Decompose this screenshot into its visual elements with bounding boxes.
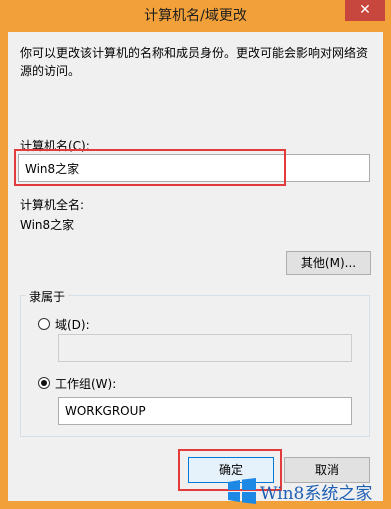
- title-bar: 计算机名/域更改 ✕: [0, 0, 391, 32]
- workgroup-label: 工作组(W):: [55, 377, 117, 391]
- full-name-value: Win8之家: [20, 218, 75, 232]
- close-icon: ✕: [359, 2, 371, 18]
- domain-radio[interactable]: [38, 318, 50, 330]
- description-text: 你可以更改该计算机的名称和成员身份。更改可能会影响对网络资源的访问。: [20, 46, 369, 78]
- other-button[interactable]: 其他(M)...: [286, 251, 371, 275]
- domain-label: 域(D):: [55, 318, 90, 332]
- workgroup-radio[interactable]: [38, 377, 50, 389]
- highlight-computer-name: [14, 149, 286, 186]
- watermark-text: Win8系统之家: [260, 484, 373, 504]
- window-title: 计算机名/域更改: [144, 8, 247, 24]
- watermark: Win8系统之家: [226, 472, 391, 509]
- close-button[interactable]: ✕: [345, 0, 385, 21]
- windows-logo-icon: [228, 478, 256, 504]
- domain-input[interactable]: [58, 334, 352, 362]
- workgroup-value: WORKGROUP: [65, 404, 146, 418]
- workgroup-input[interactable]: WORKGROUP: [58, 397, 352, 425]
- full-name-label: 计算机全名:: [20, 198, 85, 212]
- member-of-legend: 隶属于: [26, 288, 69, 305]
